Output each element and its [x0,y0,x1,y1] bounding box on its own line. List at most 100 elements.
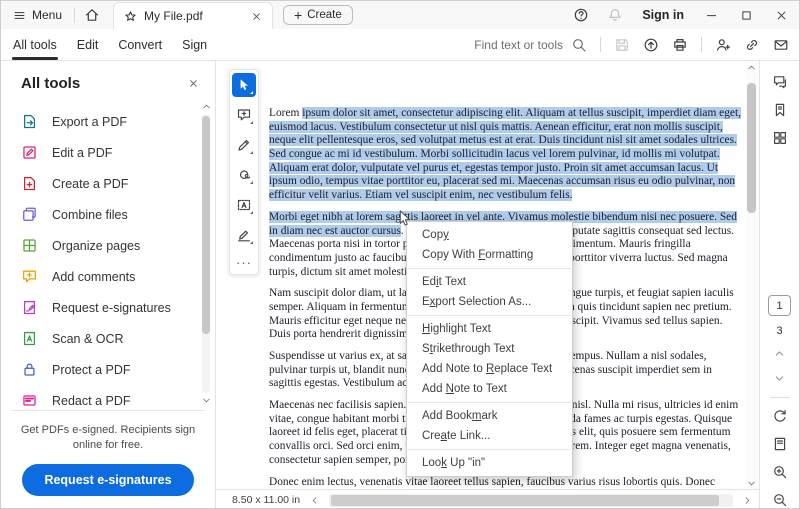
help-button[interactable] [564,7,598,23]
right-panel-rail: 1 3 [759,61,799,508]
menu-item-create-link[interactable]: Create Link... [407,426,572,446]
zoom-in-icon [772,464,788,480]
scroll-up-icon[interactable] [201,101,212,112]
tool-label: Protect a PDF [52,362,131,377]
page-number-input[interactable]: 1 [768,295,791,316]
tab-convert[interactable]: Convert [108,29,172,61]
panel-title: All tools [21,75,81,92]
scrollbar-thumb[interactable] [331,494,719,506]
tab-close-button[interactable] [249,9,264,24]
paragraph: Donec enim lectus, venenatis vitae laore… [269,476,743,490]
text-comment-tool-button[interactable] [232,193,256,217]
scroll-left-icon[interactable] [309,495,320,506]
sidebar-item-organize-pages[interactable]: Organize pages [7,230,193,261]
rotate-page-button[interactable] [772,408,788,424]
flyout-corner [250,121,253,124]
menu-item-strikethrough-text[interactable]: Strikethrough Text [407,339,572,359]
sidebar-item-combine-files[interactable]: Combine files [7,199,193,230]
menu-item-copy-with-formatting[interactable]: Copy With Formatting [407,245,572,265]
scroll-right-icon[interactable] [742,495,753,506]
menu-item-look-up-in[interactable]: Look Up "in" [407,453,572,473]
maximize-button[interactable] [729,1,764,29]
comments-panel-button[interactable] [772,74,788,90]
scrollbar-thumb[interactable] [202,116,210,334]
menu-item-highlight-text[interactable]: Highlight Text [407,319,572,339]
share-button[interactable] [643,37,659,53]
divider [770,397,789,398]
esign-promo: Get PDFs e-signed. Recipients sign onlin… [11,410,205,508]
plus-icon: + [294,6,303,23]
menu-item-export-selection-as[interactable]: Export Selection As... [407,292,572,312]
bell-icon [607,7,623,23]
fill-sign-tool-button[interactable] [232,223,256,247]
scroll-down-icon[interactable] [746,478,757,489]
page-thumbnails-button[interactable] [772,130,788,146]
sidebar-item-add-comments[interactable]: Add comments [7,261,193,292]
scrollbar-track[interactable] [747,73,756,478]
menu-separator [408,449,571,450]
request-signature-button[interactable] [715,37,731,53]
zoom-in-button[interactable] [772,464,788,480]
menu-item-add-note-to-replace-text[interactable]: Add Note to Replace Text [407,359,572,379]
text-run: Lorem [269,107,303,119]
vertical-scrollbar[interactable] [745,62,758,489]
sidebar-scrollbar[interactable] [200,101,212,406]
scroll-up-icon[interactable] [746,62,757,73]
panel-close-button[interactable] [186,76,201,91]
sidebar-item-redact-a-pdf[interactable]: Redact a PDF [7,385,193,410]
notifications-button[interactable] [598,7,632,23]
tab-all-tools[interactable]: All tools [3,29,67,61]
get-link-button[interactable] [744,37,760,53]
more-tools-tool-button[interactable]: ··· [232,253,256,271]
page-total-label: 3 [776,325,783,337]
sidebar-item-scan-ocr[interactable]: Scan & OCR [7,323,193,354]
add-comments-icon [21,268,38,285]
add-comment-tool-button[interactable] [232,103,256,127]
sidebar-item-create-a-pdf[interactable]: Create a PDF [7,168,193,199]
window-close-button[interactable] [764,1,799,29]
save-button[interactable] [614,37,630,53]
zoom-out-button[interactable] [772,492,788,508]
scrollbar-thumb[interactable] [747,83,756,213]
print-button[interactable] [672,37,688,53]
sidebar-item-request-e-signatures[interactable]: Request e-signatures [7,292,193,323]
select-tool-button[interactable] [232,73,256,97]
next-page-button[interactable] [773,372,786,385]
email-button[interactable] [773,37,789,53]
bookmarks-panel-button[interactable] [772,102,788,118]
flyout-corner [250,211,253,214]
create-button[interactable]: + Create [283,5,353,25]
document-tab[interactable]: My File.pdf [113,2,274,29]
tab-sign[interactable]: Sign [172,29,217,61]
sidebar-item-edit-a-pdf[interactable]: Edit a PDF [7,137,193,168]
scrollbar-track[interactable] [202,114,210,393]
scroll-down-icon[interactable] [201,395,212,406]
acrobat-window: Menu My File.pdf + Create Sign in All to… [0,0,800,509]
highlight-tool-button[interactable] [232,133,256,157]
menu-item-add-note-to-text[interactable]: Add Note to Text [407,379,572,399]
title-bar: Menu My File.pdf + Create Sign in [1,1,799,29]
menu-button[interactable]: Menu [1,8,74,22]
page-size-label: 8.50 x 11.00 in [232,494,301,506]
pdf-page[interactable]: Lorem ipsum dolor sit amet, consectetur … [216,61,759,489]
maximize-icon [740,9,753,22]
sign-in-button[interactable]: Sign in [632,8,694,22]
fit-page-button[interactable] [772,436,788,452]
previous-page-button[interactable] [773,347,786,360]
horizontal-scrollbar[interactable] [329,493,733,507]
draw-tool-button[interactable] [232,163,256,187]
search-icon [571,37,587,53]
request-esignatures-button[interactable]: Request e-signatures [22,464,194,496]
menu-item-copy[interactable]: Copy [407,225,572,245]
tool-label: Edit a PDF [52,145,113,160]
menu-item-add-bookmark[interactable]: Add Bookmark [407,406,572,426]
star-icon[interactable] [124,10,137,23]
minimize-button[interactable] [694,1,729,29]
home-button[interactable] [75,7,109,23]
menu-item-edit-text[interactable]: Edit Text [407,272,572,292]
tab-edit[interactable]: Edit [67,29,109,61]
sidebar-item-export-a-pdf[interactable]: Export a PDF [7,106,193,137]
minimize-icon [705,9,718,22]
find-button[interactable]: Find text or tools [474,37,587,53]
sidebar-item-protect-a-pdf[interactable]: Protect a PDF [7,354,193,385]
